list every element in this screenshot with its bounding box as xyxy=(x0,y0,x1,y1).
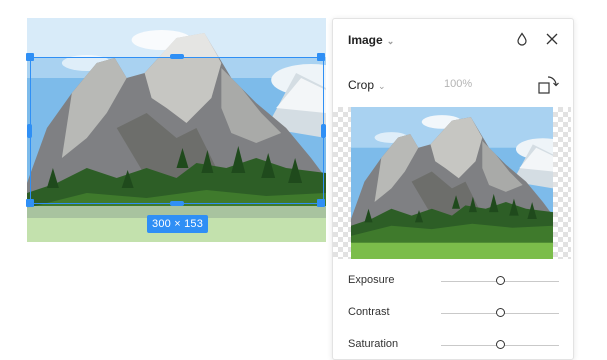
saturation-label: Saturation xyxy=(348,338,399,350)
image-type-dropdown[interactable]: Image ⌄ xyxy=(348,33,394,47)
contrast-row: Contrast xyxy=(333,301,573,325)
close-icon[interactable] xyxy=(545,32,559,46)
zoom-value: 100% xyxy=(444,78,473,90)
image-panel: Image ⌄ Crop ⌄ 100% Exposure Contrast Sa… xyxy=(332,18,574,360)
panel-header: Image ⌄ xyxy=(333,19,573,59)
crop-row: Crop ⌄ 100% xyxy=(333,59,573,105)
chevron-down-icon: ⌄ xyxy=(386,36,395,46)
crop-handle-left[interactable] xyxy=(27,124,32,138)
crop-dim-top xyxy=(27,18,326,57)
saturation-row: Saturation xyxy=(333,333,573,357)
contrast-slider-knob[interactable] xyxy=(495,308,505,317)
crop-mode-dropdown[interactable]: Crop ⌄ xyxy=(348,78,386,92)
saturation-slider-knob[interactable] xyxy=(495,340,505,349)
crop-handle-bottom-left[interactable] xyxy=(26,199,34,207)
crop-handle-top-left[interactable] xyxy=(26,53,34,61)
crop-frame[interactable] xyxy=(30,57,324,204)
crop-handle-bottom-right[interactable] xyxy=(317,199,325,207)
crop-handle-right[interactable] xyxy=(321,124,326,138)
crop-handle-top-right[interactable] xyxy=(317,53,325,61)
rotate-icon[interactable] xyxy=(537,74,559,96)
exposure-label: Exposure xyxy=(348,274,395,286)
crop-handle-bottom[interactable] xyxy=(170,201,184,206)
droplet-icon[interactable] xyxy=(516,32,528,46)
crop-handle-top[interactable] xyxy=(170,54,184,59)
panel-title: Image xyxy=(348,33,383,47)
chevron-down-icon: ⌄ xyxy=(378,81,386,91)
exposure-row: Exposure xyxy=(333,269,573,293)
exposure-slider-knob[interactable] xyxy=(495,276,505,285)
preview-photo xyxy=(351,107,553,259)
size-badge: 300 × 153 xyxy=(147,215,209,233)
image-preview xyxy=(333,107,571,259)
crop-label: Crop xyxy=(348,78,375,92)
contrast-label: Contrast xyxy=(348,306,390,318)
